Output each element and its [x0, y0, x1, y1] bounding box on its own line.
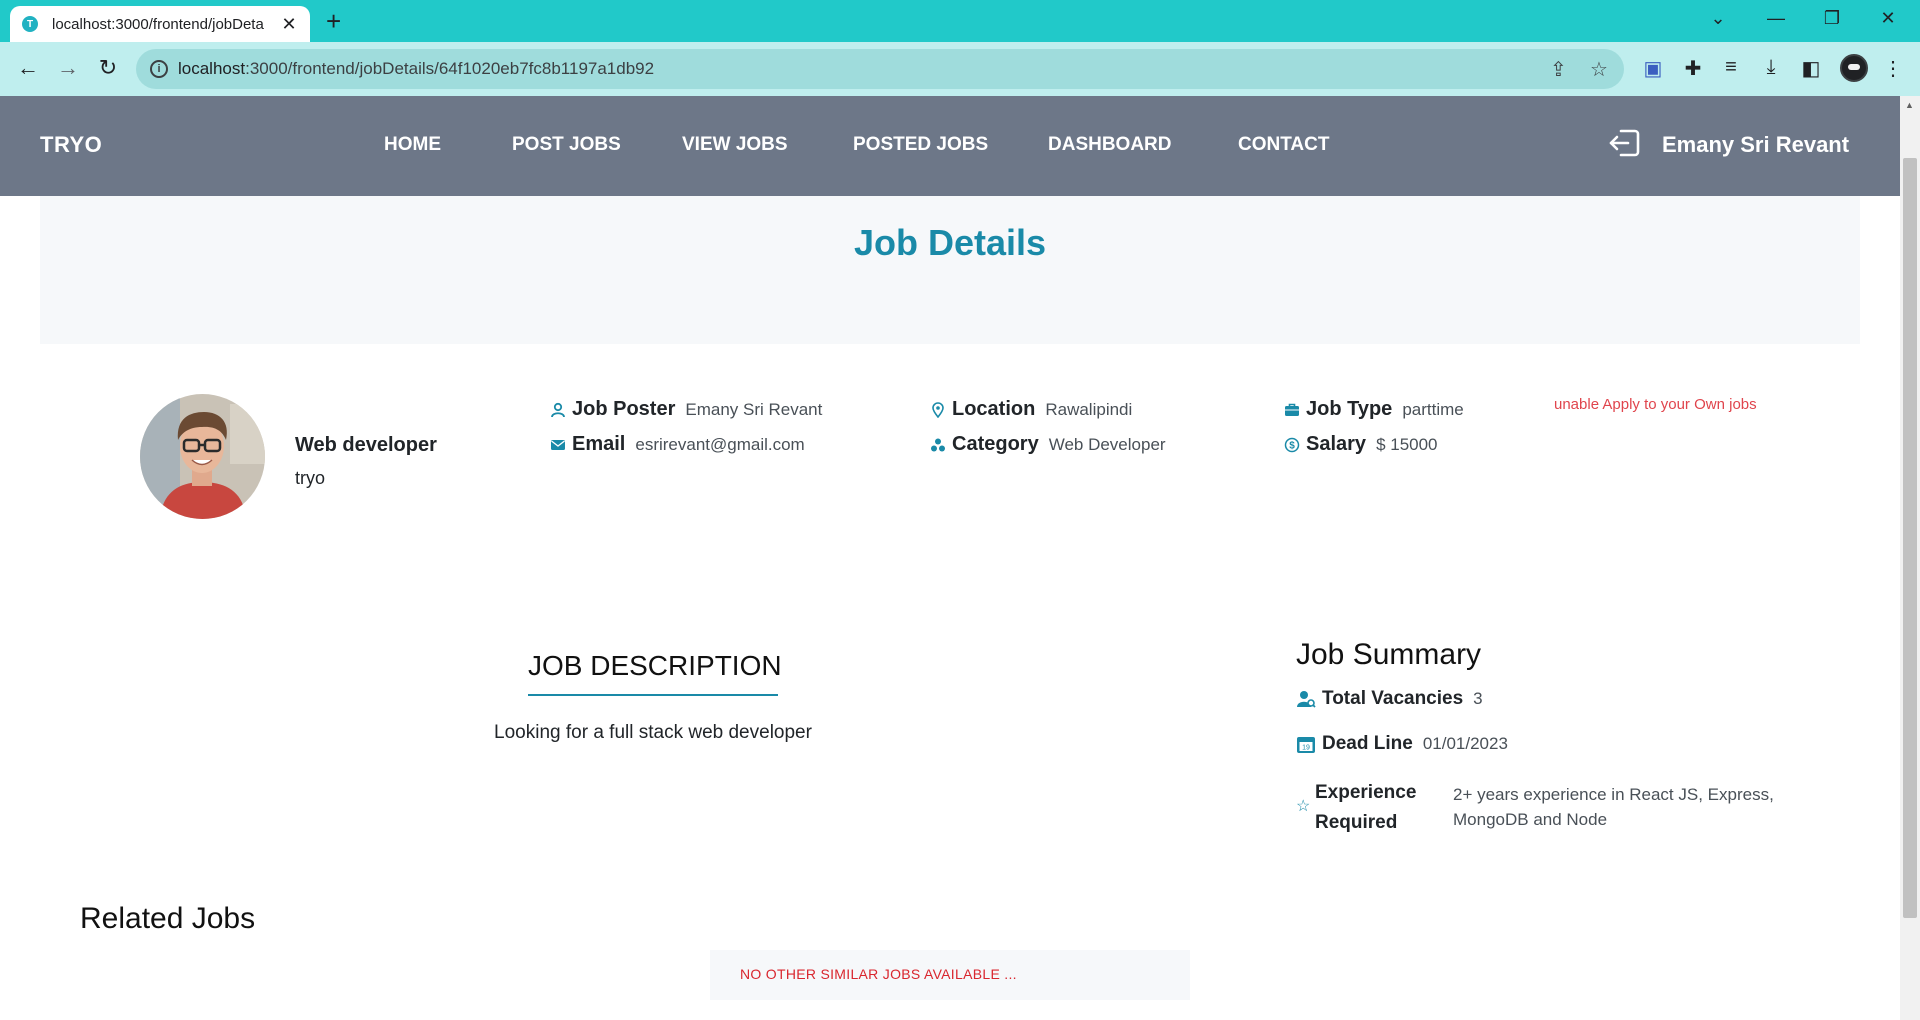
experience-label: Experience Required [1315, 782, 1417, 833]
briefcase-icon [1285, 403, 1299, 416]
nav-view-jobs[interactable]: VIEW JOBS [682, 134, 788, 156]
menu-icon[interactable]: ⋮ [1880, 56, 1906, 81]
job-title: Web developer [295, 434, 437, 456]
location-value: Rawalipindi [1045, 400, 1133, 419]
heading-underline [528, 694, 778, 696]
job-type-value: parttime [1402, 400, 1464, 419]
nav-home[interactable]: HOME [384, 134, 441, 156]
nav-posted-jobs[interactable]: POSTED JOBS [853, 134, 988, 156]
dollar-icon: $ [1284, 437, 1300, 452]
job-description-heading: JOB DESCRIPTION [528, 650, 782, 681]
forward-icon[interactable]: → [54, 54, 82, 82]
address-toolbar: ← → ↻ i localhost:3000/frontend/jobDetai… [0, 42, 1920, 96]
address-bar[interactable]: i localhost:3000/frontend/jobDetails/64f… [136, 49, 1624, 89]
vacancies-value: 3 [1473, 689, 1483, 708]
url-text[interactable]: localhost:3000/frontend/jobDetails/64f10… [178, 59, 654, 79]
media-icon[interactable]: ≡ [1718, 56, 1744, 79]
job-description-text: Looking for a full stack web developer [494, 722, 812, 743]
job-summary-heading: Job Summary [1296, 638, 1482, 671]
svg-text:$: $ [1289, 440, 1295, 451]
back-icon[interactable]: ← [14, 54, 42, 82]
brand-logo[interactable]: TRYO [40, 132, 102, 158]
profile-avatar[interactable] [1840, 54, 1868, 82]
restore-icon[interactable]: ❐ [1820, 8, 1844, 29]
tab-search-icon[interactable]: ⌄ [1706, 8, 1730, 29]
salary-label: Salary [1306, 433, 1367, 455]
nav-post-jobs[interactable]: POST JOBS [512, 134, 621, 156]
job-poster-row: Job Poster Emany Sri Revant [550, 398, 822, 421]
company-name: tryo [295, 468, 326, 488]
deadline-row: 19 Dead Line 01/01/2023 [1296, 733, 1508, 755]
site-navbar: TRYO HOME POST JOBS VIEW JOBS POSTED JOB… [0, 96, 1900, 196]
email-label: Email [572, 433, 626, 455]
job-poster-value: Emany Sri Revant [685, 400, 823, 419]
logout-icon[interactable] [1608, 126, 1642, 160]
related-jobs-heading: Related Jobs [80, 902, 256, 935]
no-related-jobs-message: NO OTHER SIMILAR JOBS AVAILABLE ... [740, 966, 1017, 982]
browser-tab[interactable]: T localhost:3000/frontend/jobDeta ✕ [10, 6, 310, 42]
job-type-row: Job Type parttime [1284, 398, 1464, 421]
star-icon: ☆ [1296, 798, 1311, 815]
email-row: Email esrirevant@gmail.com [550, 433, 805, 456]
new-tab-icon[interactable]: + [326, 8, 341, 34]
email-value[interactable]: esrirevant@gmail.com [635, 435, 804, 455]
nav-dashboard[interactable]: DASHBOARD [1048, 134, 1172, 156]
scrollbar-thumb[interactable] [1903, 158, 1917, 918]
category-row: Category Web Developer [930, 433, 1166, 456]
share-icon[interactable]: ⇪ [1550, 57, 1567, 82]
vacancies-label: Total Vacancies [1322, 688, 1464, 709]
reload-icon[interactable]: ↻ [94, 54, 122, 82]
site-info-icon[interactable]: i [150, 60, 168, 78]
location-row: Location Rawalipindi [930, 398, 1132, 421]
user-icon [551, 402, 565, 417]
user-search-icon [1297, 691, 1316, 708]
tab-title: localhost:3000/frontend/jobDeta [52, 15, 264, 33]
poster-avatar [140, 394, 265, 519]
job-poster-label: Job Poster [572, 398, 676, 420]
experience-value: 2+ years experience in React JS, Express… [1453, 785, 1774, 829]
svg-text:19: 19 [1302, 745, 1310, 752]
apply-disabled-notice: unable Apply to your Own jobs [1554, 396, 1757, 413]
map-pin-icon [932, 401, 944, 418]
mail-icon [551, 439, 565, 450]
vacancies-row: Total Vacancies 3 [1296, 688, 1483, 710]
job-type-label: Job Type [1306, 398, 1393, 420]
page-content: TRYO HOME POST JOBS VIEW JOBS POSTED JOB… [0, 96, 1900, 1020]
extension-icon[interactable]: ▣ [1640, 56, 1666, 81]
location-label: Location [952, 398, 1036, 420]
side-panel-icon[interactable]: ◧ [1798, 56, 1824, 81]
favicon-icon: T [22, 16, 38, 32]
puzzle-icon[interactable]: ✚ [1680, 56, 1706, 81]
minimize-icon[interactable]: — [1764, 8, 1788, 29]
deadline-label: Dead Line [1322, 733, 1413, 754]
page-header: Job Details [40, 196, 1860, 344]
salary-row: $ Salary $ 15000 [1284, 433, 1438, 456]
category-label: Category [952, 433, 1039, 455]
download-icon[interactable]: ⤓ [1758, 56, 1784, 79]
calendar-icon: 19 [1297, 737, 1315, 753]
nav-contact[interactable]: CONTACT [1238, 134, 1329, 156]
category-value: Web Developer [1048, 435, 1166, 454]
page-scrollbar[interactable]: ▲ [1900, 96, 1920, 1020]
salary-value: $ 15000 [1376, 435, 1438, 454]
window-close-icon[interactable]: ✕ [1876, 8, 1900, 29]
tab-close-icon[interactable]: ✕ [280, 14, 298, 35]
scroll-up-icon[interactable]: ▲ [1905, 100, 1914, 110]
no-related-jobs-box: NO OTHER SIMILAR JOBS AVAILABLE ... [710, 950, 1190, 1000]
browser-tab-strip: T localhost:3000/frontend/jobDeta ✕ + ⌄ … [0, 0, 1920, 42]
user-name[interactable]: Emany Sri Revant [1662, 132, 1849, 158]
bookmark-star-icon[interactable]: ☆ [1590, 57, 1608, 82]
page-title: Job Details [853, 222, 1047, 263]
deadline-value: 01/01/2023 [1422, 734, 1508, 753]
category-icon [931, 438, 945, 451]
